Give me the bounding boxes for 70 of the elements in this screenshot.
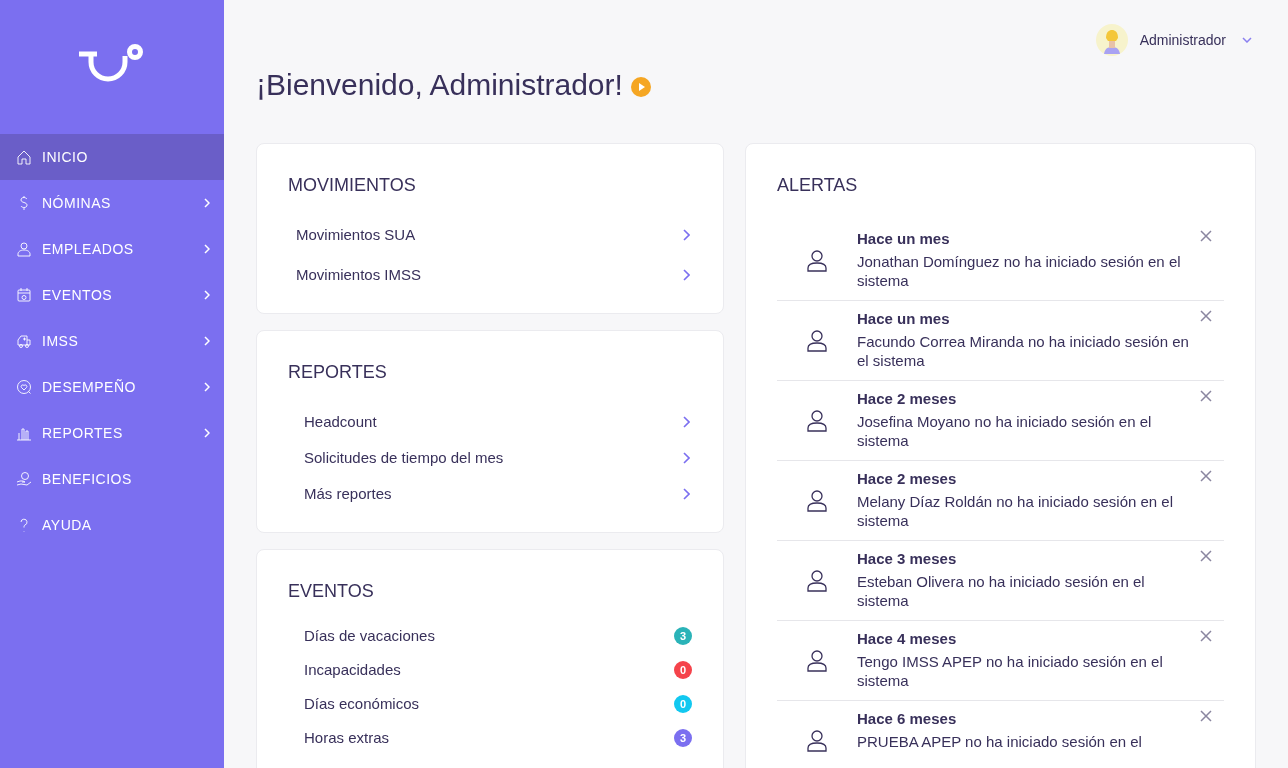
card-title: MOVIMIENTOS bbox=[288, 174, 417, 197]
sidebar-item[interactable]: NÓMINAS bbox=[0, 180, 224, 226]
card-link[interactable]: Headcount bbox=[288, 404, 692, 440]
user-icon bbox=[807, 409, 827, 432]
alert-message: PRUEBA APEP no ha iniciado sesión en el bbox=[857, 731, 1143, 751]
card-link[interactable]: Más reportes bbox=[288, 476, 692, 512]
event-label: Incapacidades bbox=[304, 659, 401, 680]
close-button[interactable] bbox=[1200, 389, 1214, 403]
alert-message: Facundo Correa Miranda no ha iniciado sesión en el sistema bbox=[857, 331, 1190, 370]
close-button[interactable] bbox=[1200, 709, 1214, 723]
alert-time: Hace 6 meses bbox=[857, 709, 958, 729]
card-title: ALERTAS bbox=[777, 174, 859, 197]
close-button[interactable] bbox=[1200, 549, 1214, 563]
close-button[interactable] bbox=[1200, 229, 1214, 243]
user-icon bbox=[807, 729, 827, 752]
alert-time: Hace 4 meses bbox=[857, 629, 958, 649]
user-menu[interactable]: Administrador bbox=[1095, 24, 1256, 56]
sidebar-item[interactable]: EMPLEADOS bbox=[0, 226, 224, 272]
chevron-down-icon bbox=[1242, 37, 1252, 43]
count-badge: 3 bbox=[674, 627, 692, 645]
alert-message: Melany Díaz Roldán no ha iniciado sesión en el sistema bbox=[857, 491, 1175, 530]
alert-time: Hace 2 meses bbox=[857, 389, 958, 409]
person-icon bbox=[16, 241, 32, 257]
event-label: Días de vacaciones bbox=[304, 625, 435, 646]
welcome-title: ¡Bienvenido, Administrador! bbox=[256, 67, 623, 103]
hand-icon bbox=[16, 471, 32, 487]
chevron-right-icon bbox=[683, 269, 690, 281]
count-badge: 0 bbox=[674, 661, 692, 679]
chart-icon bbox=[16, 425, 32, 441]
card-title: EVENTOS bbox=[288, 580, 375, 603]
calendar-icon bbox=[16, 287, 32, 303]
card-title: REPORTES bbox=[288, 361, 388, 384]
count-badge: 0 bbox=[674, 695, 692, 713]
card-link[interactable]: Solicitudes de tiempo del mes bbox=[288, 440, 692, 476]
user-icon bbox=[807, 649, 827, 672]
alert-time: Hace un mes bbox=[857, 309, 951, 329]
close-button[interactable] bbox=[1200, 309, 1214, 323]
sidebar-item[interactable]: REPORTES bbox=[0, 410, 224, 456]
sidebar-item[interactable]: EVENTOS bbox=[0, 272, 224, 318]
alert-message: Tengo IMSS APEP no ha iniciado sesión en el sistema bbox=[857, 651, 1164, 690]
close-button[interactable] bbox=[1200, 469, 1214, 483]
chevron-right-icon bbox=[683, 416, 690, 428]
sidebar-item[interactable]: INICIO bbox=[0, 134, 224, 180]
alert-message: Jonathan Domínguez no ha iniciado sesión en el sistema bbox=[857, 251, 1182, 290]
card-link[interactable]: Movimientos SUA bbox=[288, 215, 692, 255]
alert-time: Hace un mes bbox=[857, 229, 951, 249]
alert-message: Josefina Moyano no ha iniciado sesión en el sistema bbox=[857, 411, 1153, 450]
sidebar-item[interactable]: BENEFICIOS bbox=[0, 456, 224, 502]
count-badge: 3 bbox=[674, 729, 692, 747]
user-icon bbox=[807, 249, 827, 272]
ambulance-icon bbox=[16, 333, 32, 349]
event-label: Horas extras bbox=[304, 727, 390, 748]
event-label: Días económicos bbox=[304, 693, 420, 714]
sidebar-item[interactable]: IMSS bbox=[0, 318, 224, 364]
user-icon bbox=[807, 489, 827, 512]
alert-time: Hace 2 meses bbox=[857, 469, 958, 489]
card-link[interactable]: Movimientos IMSS bbox=[288, 255, 692, 295]
chevron-right-icon bbox=[683, 229, 690, 241]
close-button[interactable] bbox=[1200, 629, 1214, 643]
user-icon bbox=[807, 329, 827, 352]
chevron-right-icon bbox=[683, 488, 690, 500]
home-icon bbox=[16, 149, 32, 165]
alert-time: Hace 3 meses bbox=[857, 549, 958, 569]
play-icon[interactable] bbox=[630, 76, 651, 97]
chevron-right-icon bbox=[683, 452, 690, 464]
user-icon bbox=[807, 569, 827, 592]
avatar-icon bbox=[1095, 24, 1128, 56]
sidebar-item[interactable]: DESEMPEÑO bbox=[0, 364, 224, 410]
sidebar-item[interactable]: AYUDA bbox=[0, 502, 224, 548]
alert-message: Esteban Olivera no ha iniciado sesión en el sistema bbox=[857, 571, 1146, 610]
